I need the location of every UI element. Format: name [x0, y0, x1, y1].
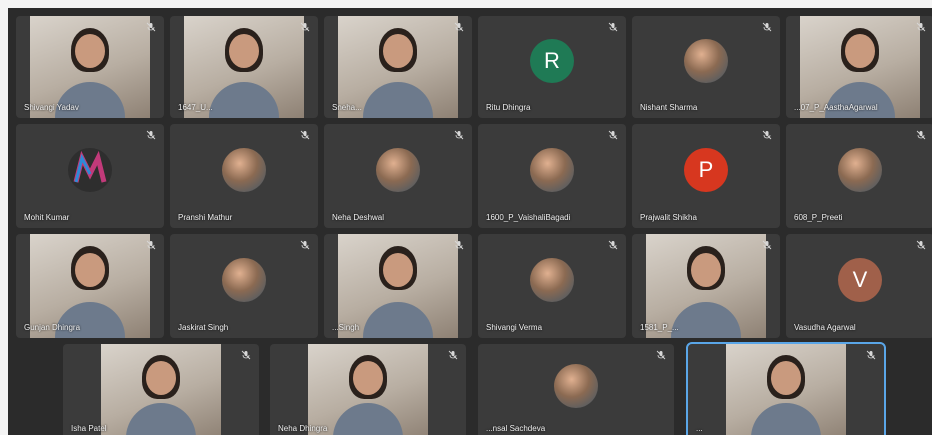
participant-tile[interactable]: 1600_P_VaishaliBagadi — [478, 124, 626, 228]
participant-avatar — [376, 148, 420, 192]
mic-off-icon — [608, 22, 618, 32]
participant-name: Gunjan Dhingra — [24, 323, 81, 332]
participant-name: 1581_P_... — [640, 323, 679, 332]
participant-name: ... — [696, 424, 703, 433]
participant-tile[interactable]: Shivangi Yadav — [16, 16, 164, 118]
participant-video — [101, 344, 221, 435]
participant-name: Ritu Dhingra — [486, 103, 531, 112]
participant-name: ...nsal Sachdeva — [486, 424, 546, 433]
participant-video — [726, 344, 846, 435]
participant-avatar: V — [838, 258, 882, 302]
mic-off-icon — [916, 240, 926, 250]
participant-name: Isha Patel — [71, 424, 107, 433]
mic-off-icon — [608, 240, 618, 250]
mic-off-icon — [762, 240, 772, 250]
mic-off-icon — [454, 130, 464, 140]
mic-off-icon — [916, 130, 926, 140]
mic-off-icon — [916, 22, 926, 32]
participant-name: Pranshi Mathur — [178, 213, 233, 222]
participant-avatar: R — [530, 39, 574, 83]
participant-name: 1600_P_VaishaliBagadi — [486, 213, 571, 222]
participant-tile[interactable]: Mohit Kumar — [16, 124, 164, 228]
mic-off-icon — [146, 240, 156, 250]
participant-tile[interactable]: ...07_P_AasthaAgarwal — [786, 16, 932, 118]
participant-avatar — [222, 258, 266, 302]
participant-name: 608_P_Preeti — [794, 213, 843, 222]
participant-tile[interactable]: V Vasudha Agarwal — [786, 234, 932, 338]
participant-tile[interactable]: Pranshi Mathur — [170, 124, 318, 228]
participant-tile[interactable]: Jaskirat Singh — [170, 234, 318, 338]
participant-tile[interactable]: ...nsal Sachdeva — [478, 344, 674, 435]
meeting-grid: Shivangi Yadav 1647_U... Sneha... R Ritu Dhi… — [8, 8, 932, 435]
mic-off-icon — [454, 22, 464, 32]
participant-name: Sneha... — [332, 103, 362, 112]
mic-off-icon — [608, 130, 618, 140]
participant-name: 1647_U... — [178, 103, 213, 112]
participant-avatar — [554, 363, 598, 408]
mic-off-icon — [454, 240, 464, 250]
mic-off-icon — [762, 130, 772, 140]
participant-tile[interactable]: 1581_P_... — [632, 234, 780, 338]
participant-avatar: P — [684, 148, 728, 192]
participant-avatar — [684, 39, 728, 83]
mic-off-icon — [146, 130, 156, 140]
participant-name: ...07_P_AasthaAgarwal — [794, 103, 878, 112]
participant-tile[interactable]: Shivangi Verma — [478, 234, 626, 338]
participant-name: Vasudha Agarwal — [794, 323, 856, 332]
participant-name: Neha Dhingra — [278, 424, 328, 433]
participant-name: Prajwalit Shikha — [640, 213, 697, 222]
mic-off-icon — [300, 130, 310, 140]
participant-name: Shivangi Verma — [486, 323, 543, 332]
participant-tile[interactable]: ...Singh — [324, 234, 472, 338]
participant-avatar — [222, 148, 266, 192]
participant-tile[interactable]: ... — [686, 342, 886, 435]
participant-name: Mohit Kumar — [24, 213, 70, 222]
participant-tile[interactable]: 1647_U... — [170, 16, 318, 118]
participant-tile[interactable]: Neha Dhingra — [270, 344, 466, 435]
mic-off-icon — [300, 22, 310, 32]
participant-name: Neha Deshwal — [332, 213, 385, 222]
participant-name: ...Singh — [332, 323, 360, 332]
participant-tile[interactable]: R Ritu Dhingra — [478, 16, 626, 118]
mic-off-icon — [241, 350, 251, 360]
participant-name: Shivangi Yadav — [24, 103, 79, 112]
participant-tile[interactable]: Nishant Sharma — [632, 16, 780, 118]
mic-off-icon — [300, 240, 310, 250]
participant-tile[interactable]: Isha Patel — [63, 344, 259, 435]
mic-off-icon — [448, 350, 458, 360]
participant-avatar — [68, 148, 112, 192]
participant-tile[interactable]: Neha Deshwal — [324, 124, 472, 228]
participant-tile[interactable]: P Prajwalit Shikha — [632, 124, 780, 228]
participant-avatar — [530, 148, 574, 192]
participant-video — [308, 344, 428, 435]
mic-off-icon — [762, 22, 772, 32]
participant-name: Jaskirat Singh — [178, 323, 229, 332]
participant-tile[interactable]: Gunjan Dhingra — [16, 234, 164, 338]
participant-tile[interactable]: Sneha... — [324, 16, 472, 118]
mic-off-icon — [656, 350, 666, 360]
mic-off-icon — [146, 22, 156, 32]
participant-tile[interactable]: 608_P_Preeti — [786, 124, 932, 228]
mic-off-icon — [866, 350, 876, 360]
participant-avatar — [530, 258, 574, 302]
participant-avatar — [838, 148, 882, 192]
participant-name: Nishant Sharma — [640, 103, 698, 112]
